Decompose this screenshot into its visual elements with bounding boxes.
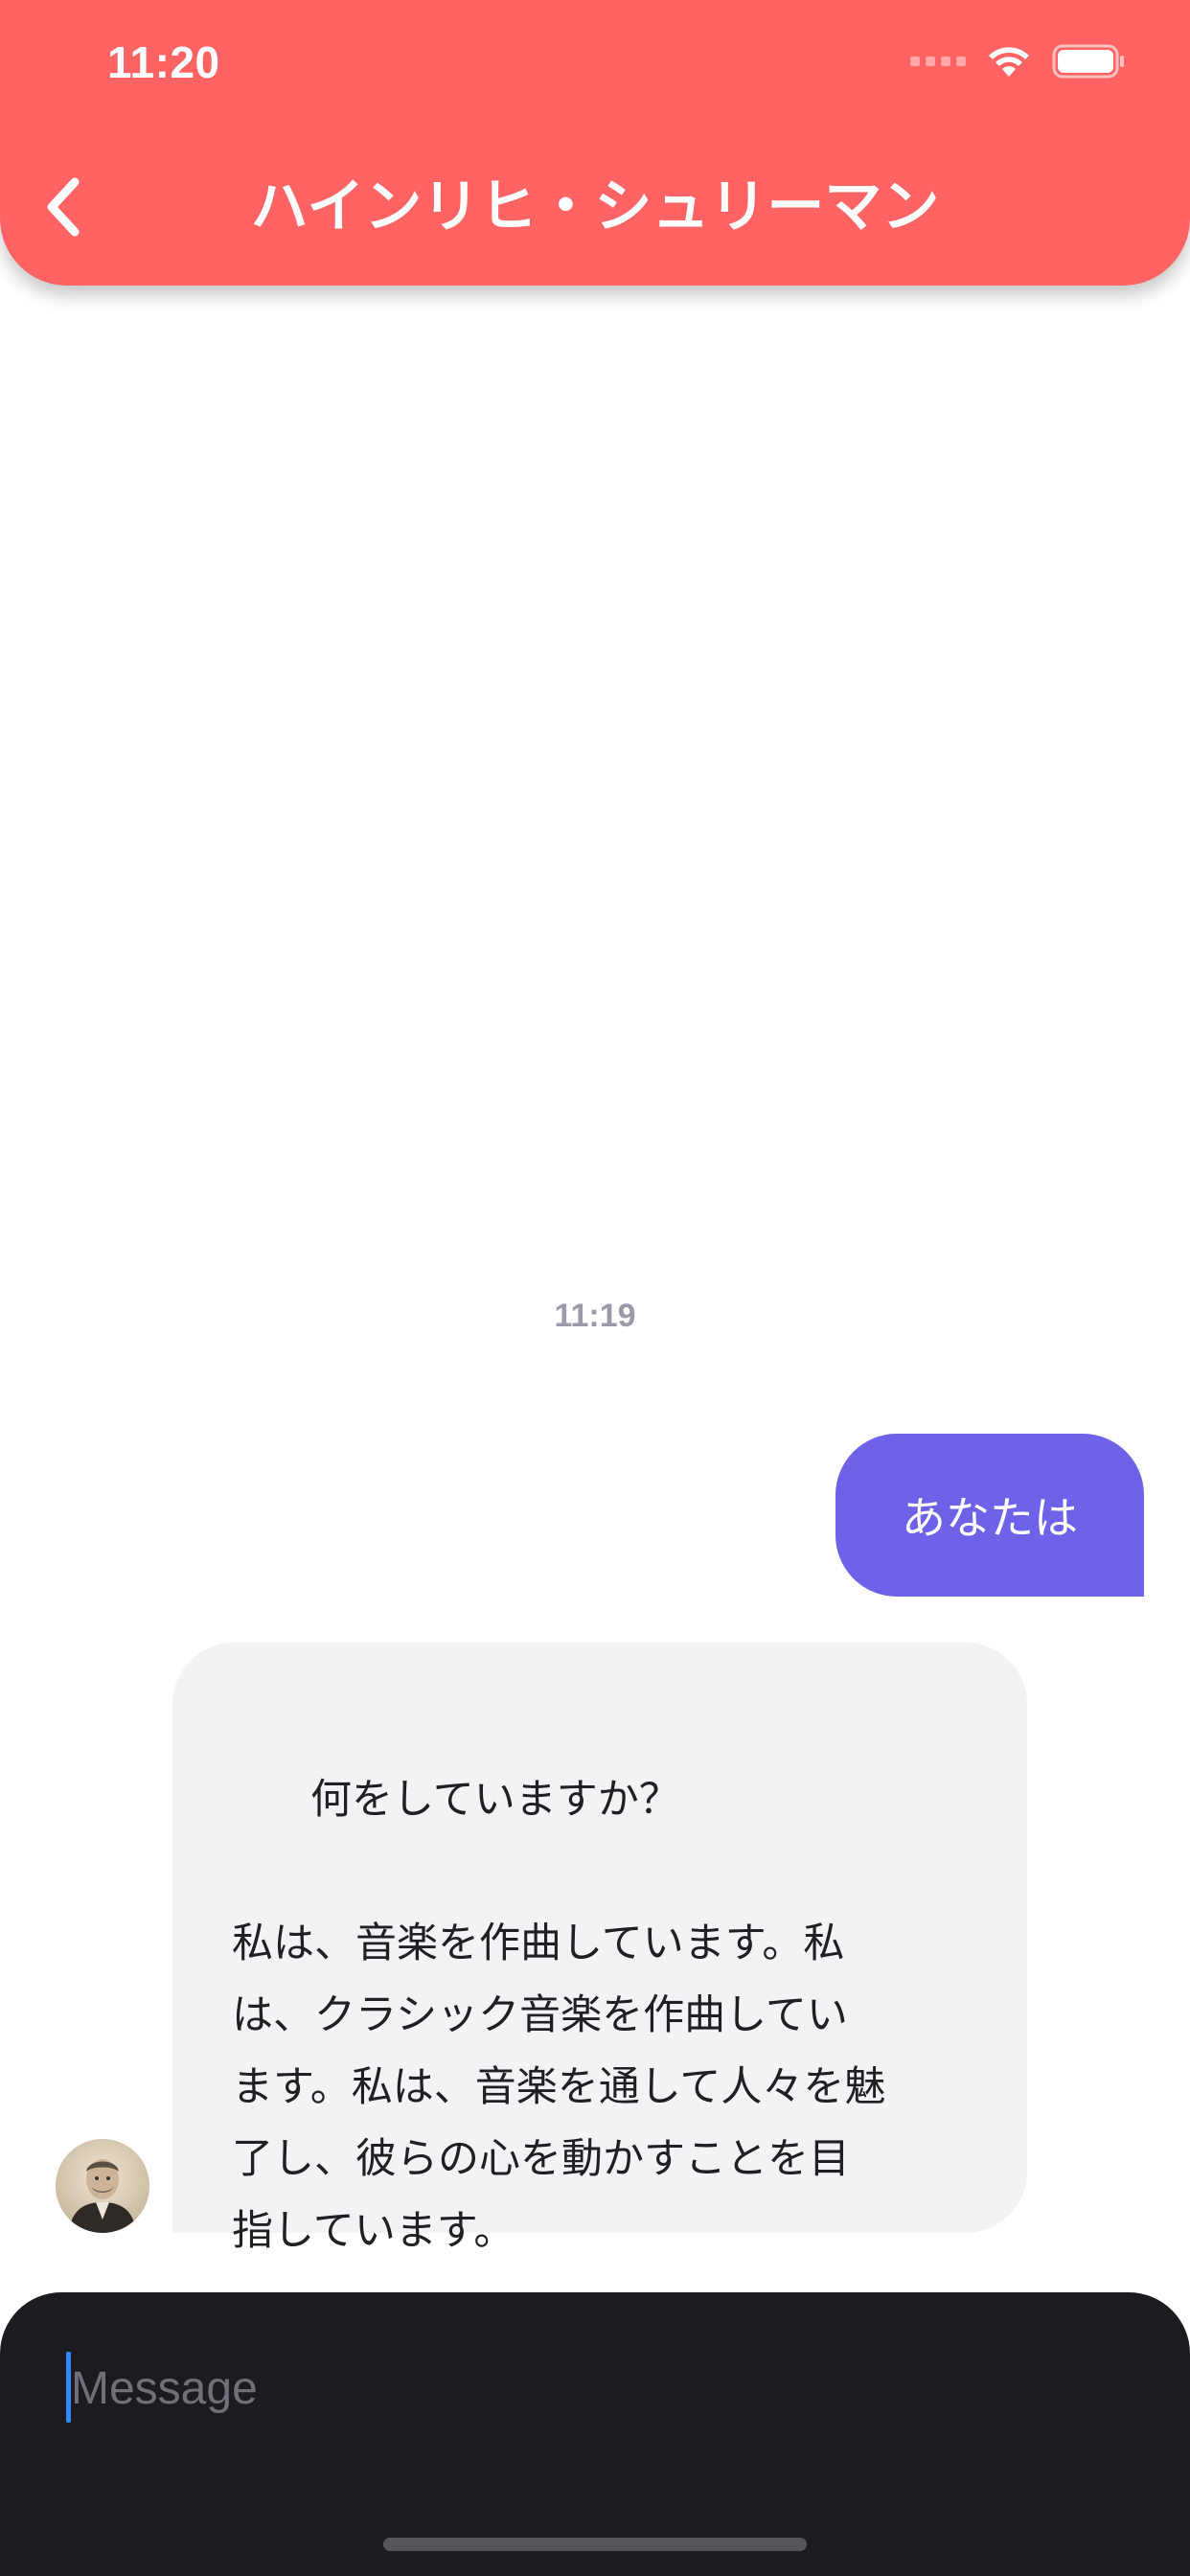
- status-icons: [910, 42, 1127, 80]
- avatar[interactable]: [56, 2139, 149, 2233]
- message-input[interactable]: [67, 2350, 1125, 2426]
- chat-screen: 11:20 ハインリヒ・シュリーマン 11:19 あなたは 何をしていますか？ …: [0, 0, 1190, 2576]
- outgoing-message-bubble[interactable]: あなたは: [835, 1434, 1144, 1597]
- chat-header: 11:20 ハインリヒ・シュリーマン: [0, 0, 1190, 286]
- page-title: ハインリヒ・シュリーマン: [250, 173, 940, 241]
- signal-icon: [910, 57, 966, 66]
- message-list[interactable]: 11:19 あなたは 何をしていますか？ 私は、音楽を作曲しています。私 は、ク…: [0, 286, 1190, 2292]
- outgoing-message-text: あなたは: [902, 1492, 1078, 1544]
- message-timestamp: 11:19: [554, 1298, 636, 1334]
- incoming-message-text: 何をしていますか？ 私は、音楽を作曲しています。私 は、クラシック音楽を作曲して…: [232, 1776, 886, 2255]
- incoming-message-bubble[interactable]: 何をしていますか？ 私は、音楽を作曲しています。私 は、クラシック音楽を作曲して…: [172, 1643, 1027, 2255]
- text-caret: [66, 2352, 71, 2423]
- character-avatar-image: [56, 2139, 149, 2233]
- home-indicator: [383, 2538, 807, 2551]
- wifi-icon: [989, 47, 1029, 77]
- message-composer: [0, 2292, 1190, 2576]
- status-time: 11:20: [107, 37, 220, 87]
- battery-icon: [1052, 44, 1124, 79]
